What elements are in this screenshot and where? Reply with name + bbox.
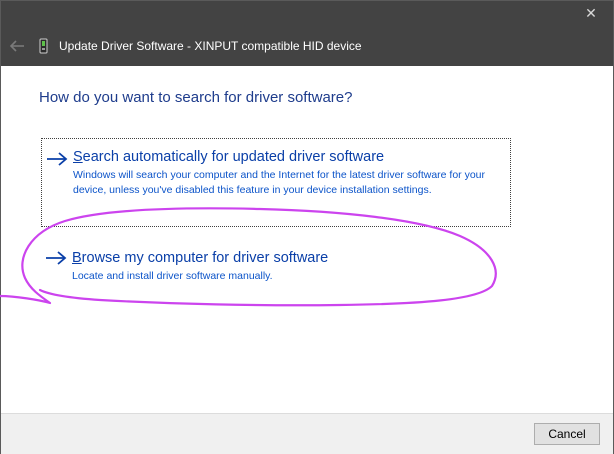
window-title: Update Driver Software - XINPUT compatib… [59,39,362,53]
access-key-b: B [72,250,82,266]
browse-computer-title: Browse my computer for driver software [72,250,328,266]
right-arrow-icon [47,152,68,166]
right-arrow-icon [46,251,67,265]
browse-computer-title-text: rowse my computer for driver software [81,250,329,266]
back-button[interactable] [7,36,27,56]
back-arrow-icon [9,40,24,52]
search-automatically-option[interactable]: Search automatically for updated driver … [41,138,511,227]
cancel-button[interactable]: Cancel [534,423,600,445]
update-driver-dialog: ✕ Update Driver Software - XINPUT compat… [0,0,614,454]
device-icon [39,38,49,54]
browse-computer-description: Locate and install driver software manua… [72,270,273,282]
browse-computer-option[interactable]: Browse my computer for driver software L… [41,242,511,292]
dialog-footer: Cancel [1,413,613,454]
title-bar: ✕ Update Driver Software - XINPUT compat… [1,1,613,66]
access-key-s: S [73,149,83,165]
close-icon[interactable]: ✕ [583,5,599,21]
search-automatically-title-text: earch automatically for updated driver s… [82,149,385,165]
search-automatically-title: Search automatically for updated driver … [73,149,384,165]
page-heading: How do you want to search for driver sof… [39,89,353,106]
search-automatically-description: Windows will search your computer and th… [73,169,486,196]
